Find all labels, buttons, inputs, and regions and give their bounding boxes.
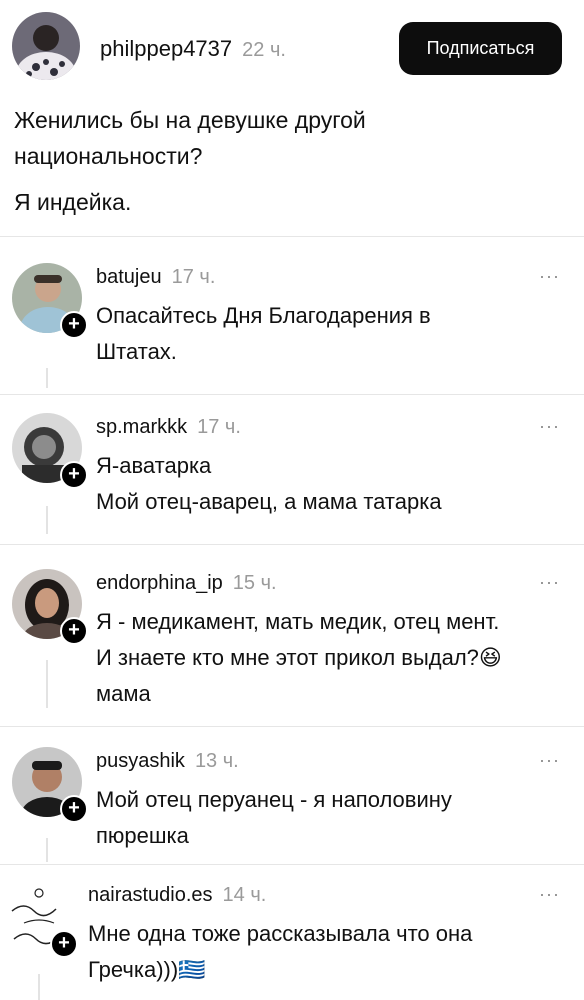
thread-line — [46, 838, 48, 862]
more-horizontal-icon[interactable]: ··· — [539, 750, 560, 771]
post-author-avatar[interactable] — [12, 12, 80, 80]
post-username[interactable]: philppep4737 — [100, 36, 232, 61]
comment-item: + nairastudio.es 14 ч. ··· Мне одна тоже … — [0, 876, 584, 1000]
comment-time: 13 ч. — [194, 750, 239, 772]
follow-plus-icon[interactable]: + — [60, 617, 88, 645]
post-author-name[interactable]: philppep4737 22 ч. — [100, 36, 286, 62]
comment-text: Я-аватарка Мой отец-аварец, а мама татар… — [96, 448, 576, 520]
follow-plus-icon[interactable]: + — [50, 930, 78, 958]
follow-plus-icon[interactable]: + — [60, 461, 88, 489]
comment-username[interactable]: pusyashik — [96, 750, 185, 772]
post-text-line: национальности? — [14, 143, 203, 169]
comment-text-line: Мне одна тоже рассказывала что она — [88, 921, 473, 946]
follow-button[interactable]: Подписаться — [399, 22, 562, 75]
comment-author[interactable]: pusyashik 13 ч. — [96, 750, 239, 773]
more-horizontal-icon[interactable]: ··· — [539, 572, 560, 593]
post-time: 22 ч. — [242, 39, 286, 61]
comment-text-line: Штатах. — [96, 339, 177, 364]
comment-divider — [0, 544, 584, 545]
comment-username[interactable]: batujeu — [96, 266, 162, 288]
comment-text-line: Гречка)))🇬🇷 — [88, 957, 206, 982]
comment-text-line: пюрешка — [96, 823, 189, 848]
more-horizontal-icon[interactable]: ··· — [539, 884, 560, 905]
comment-divider — [0, 864, 584, 865]
comment-time: 14 ч. — [222, 884, 267, 906]
comment-username[interactable]: sp.markkk — [96, 416, 187, 438]
comment-item: + pusyashik 13 ч. ··· Мой отец перуанец -… — [0, 742, 584, 862]
post-body: Женились бы на девушке другой национальн… — [14, 102, 366, 174]
comment-text-line: мама — [96, 681, 151, 706]
thread-line — [46, 506, 48, 534]
comment-time: 17 ч. — [171, 266, 216, 288]
more-horizontal-icon[interactable]: ··· — [539, 266, 560, 287]
comment-item: + batujeu 17 ч. ··· Опасайтесь Дня Благод… — [0, 258, 584, 388]
comment-author[interactable]: batujeu 17 ч. — [96, 266, 215, 289]
comment-time: 17 ч. — [197, 416, 241, 438]
comment-author[interactable]: endorphina_ip 15 ч. — [96, 572, 277, 595]
comment-text: Я - медикамент, мать медик, отец мент. И… — [96, 604, 576, 712]
comment-author[interactable]: nairastudio.es 14 ч. — [88, 884, 266, 907]
more-horizontal-icon[interactable]: ··· — [539, 416, 560, 437]
comment-text: Мой отец перуанец - я наполовину пюрешка — [96, 782, 576, 854]
post-divider — [0, 236, 584, 237]
comment-username[interactable]: nairastudio.es — [88, 884, 213, 906]
comment-text-line: И знаете кто мне этот прикол выдал?😆 — [96, 645, 502, 670]
post-header: philppep4737 22 ч. Подписаться — [0, 0, 584, 100]
post-text-line: Я индейка. — [14, 189, 132, 215]
comment-divider — [0, 726, 584, 727]
comment-text: Опасайтесь Дня Благодарения в Штатах. — [96, 298, 576, 370]
comment-text-line: Мой отец-аварец, а мама татарка — [96, 489, 442, 514]
thread-line — [38, 974, 40, 1000]
comment-text: Мне одна тоже рассказывала что она Гречк… — [88, 916, 568, 988]
comment-username[interactable]: endorphina_ip — [96, 572, 223, 594]
follow-plus-icon[interactable]: + — [60, 311, 88, 339]
follow-plus-icon[interactable]: + — [60, 795, 88, 823]
post-body-second: Я индейка. — [14, 184, 131, 220]
comment-text-line: Я-аватарка — [96, 453, 212, 478]
comment-divider — [0, 394, 584, 395]
post-text-line: Женились бы на девушке другой — [14, 107, 366, 133]
comment-author[interactable]: sp.markkk 17 ч. — [96, 416, 241, 439]
comment-item: + endorphina_ip 15 ч. ··· Я - медикамент,… — [0, 564, 584, 724]
comment-text-line: Мой отец перуанец - я наполовину — [96, 787, 452, 812]
comment-item: + sp.markkk 17 ч. ··· Я-аватарка Мой отец… — [0, 408, 584, 540]
comment-time: 15 ч. — [232, 572, 277, 594]
thread-line — [46, 368, 48, 388]
comment-text-line: Я - медикамент, мать медик, отец мент. — [96, 609, 500, 634]
comment-text-line: Опасайтесь Дня Благодарения в — [96, 303, 431, 328]
thread-line — [46, 660, 48, 708]
